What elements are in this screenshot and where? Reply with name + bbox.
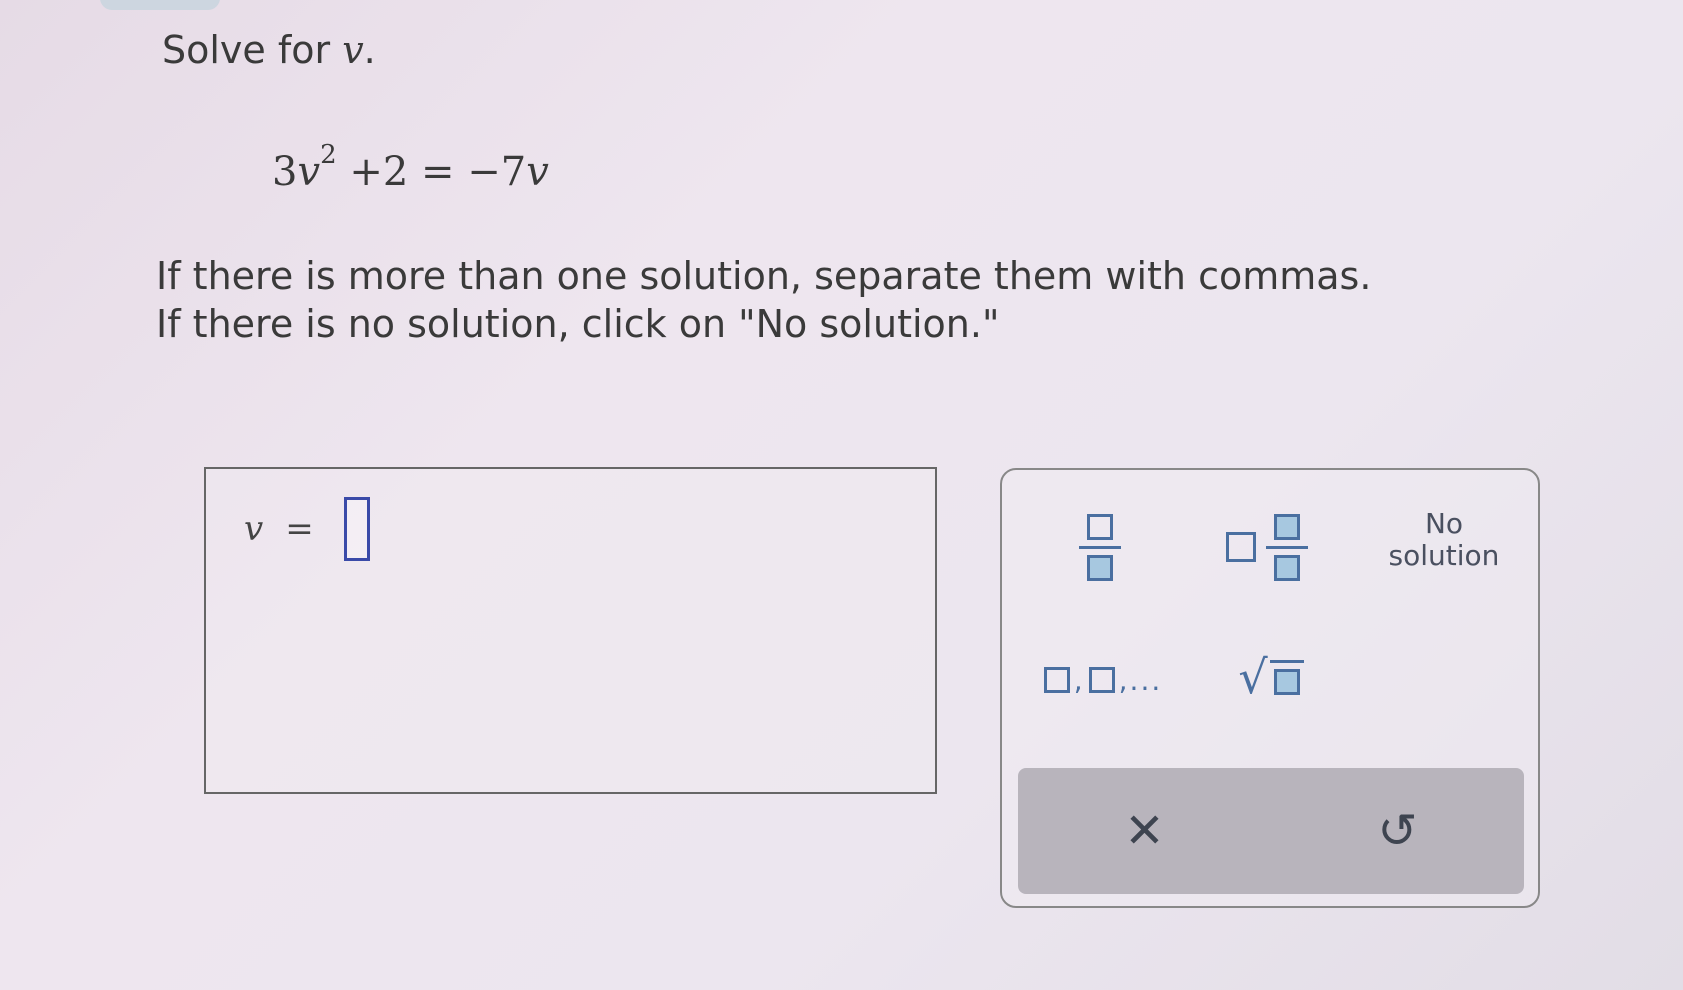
clear-button[interactable]: ✕	[1018, 768, 1271, 894]
no-solution-button[interactable]: No solution	[1364, 500, 1524, 580]
close-icon: ✕	[1124, 803, 1165, 859]
equation-coef: 3	[272, 149, 298, 195]
instruction-prefix: Solve for	[162, 28, 343, 72]
list-ellipsis: ,...	[1118, 663, 1163, 697]
equation: 3v2 +2 = −7v	[272, 140, 549, 195]
equation-exponent: 2	[320, 140, 337, 170]
instruction: Solve for v.	[162, 28, 376, 72]
note-line-1: If there is more than one solution, sepa…	[156, 254, 1372, 298]
undo-button[interactable]: ↺	[1271, 768, 1524, 894]
top-tab	[100, 0, 220, 10]
radicand-box-icon	[1273, 668, 1300, 695]
no-solution-label-1: No	[1424, 507, 1464, 540]
list-box-icon	[1088, 667, 1115, 693]
square-root-button[interactable]: √	[1226, 642, 1316, 712]
math-keypad: No solution ,,... √ ✕ ↺	[1000, 468, 1540, 908]
answer-input[interactable]	[343, 497, 370, 561]
undo-icon: ↺	[1377, 803, 1418, 859]
equation-var2: v	[526, 149, 549, 195]
equation-var1: v	[297, 149, 321, 195]
mixed-number-whole-icon	[1226, 532, 1256, 562]
equation-rest: +2 = −7	[336, 149, 527, 195]
mixed-number-button[interactable]	[1212, 502, 1322, 592]
no-solution-label-2: solution	[1388, 539, 1500, 572]
note-line-2: If there is no solution, click on "No so…	[156, 302, 1000, 346]
action-bar: ✕ ↺	[1018, 768, 1524, 894]
instruction-variable: v	[342, 28, 364, 72]
instruction-suffix: .	[363, 28, 376, 72]
list-box-icon	[1043, 667, 1070, 693]
fraction-icon	[1079, 513, 1121, 581]
fraction-button[interactable]	[1060, 502, 1140, 592]
instruction-note: If there is more than one solution, sepa…	[156, 252, 1371, 348]
answer-box[interactable]: v =	[204, 467, 937, 794]
mixed-number-fraction-icon	[1266, 513, 1308, 581]
square-root-icon: √	[1238, 650, 1268, 704]
answer-row: v =	[244, 497, 370, 561]
answer-equals: =	[285, 509, 314, 549]
list-separator: ,	[1073, 663, 1085, 697]
answer-variable: v	[244, 509, 264, 549]
list-button[interactable]: ,,...	[1038, 650, 1168, 710]
